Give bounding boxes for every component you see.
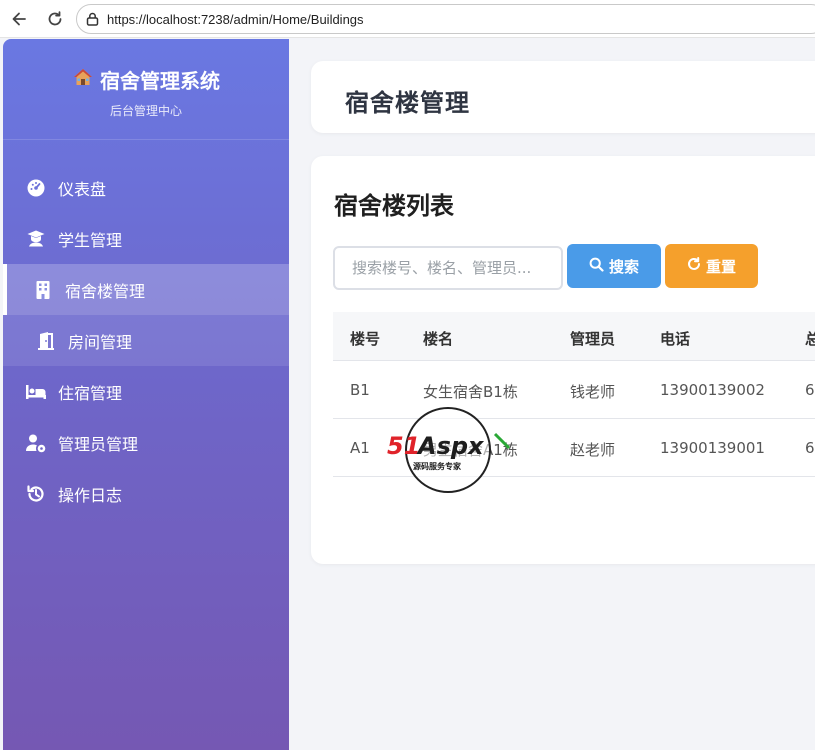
cell-name: 女生宿舍B1栋 — [423, 383, 518, 401]
student-icon — [25, 228, 47, 250]
brand: 宿舍管理系统 后台管理中心 — [3, 39, 289, 140]
building-icon — [32, 279, 54, 301]
back-icon[interactable] — [8, 8, 30, 30]
cell-code: B1 — [350, 381, 370, 399]
cell-total: 6 — [805, 381, 815, 399]
sidebar-item-rooms[interactable]: 房间管理 — [3, 315, 289, 366]
bed-icon — [25, 381, 47, 403]
svg-text:源码服务专家: 源码服务专家 — [413, 461, 462, 471]
cell-manager: 钱老师 — [570, 383, 616, 401]
reload-icon[interactable] — [44, 8, 66, 30]
cell-manager: 赵老师 — [570, 441, 616, 459]
watermark-logo: 51 Aspx 源码服务专家 — [385, 404, 515, 494]
admin-user-icon — [25, 432, 47, 454]
svg-text:Aspx: Aspx — [416, 432, 485, 460]
cell-phone: 13900139002 — [660, 381, 765, 399]
reset-button-label: 重置 — [705, 257, 736, 276]
history-icon — [25, 483, 47, 505]
sidebar-item-admins[interactable]: 管理员管理 — [3, 417, 289, 468]
sidebar-item-label: 宿舍楼管理 — [65, 281, 146, 301]
house-icon — [72, 67, 94, 92]
brand-subtitle: 后台管理中心 — [109, 104, 182, 118]
table-header: 楼号 楼名 管理员 电话 总 — [333, 312, 815, 361]
column-header-name[interactable]: 楼名 — [423, 328, 453, 349]
page-header: 宿舍楼管理 — [311, 61, 815, 133]
sidebar-item-students[interactable]: 学生管理 — [3, 213, 289, 264]
sidebar-item-label: 房间管理 — [68, 332, 133, 352]
reset-icon — [687, 257, 701, 275]
browser-toolbar: https://localhost:7238/admin/Home/Buildi… — [0, 0, 815, 38]
svg-text:51: 51 — [387, 432, 420, 460]
sidebar-item-logs[interactable]: 操作日志 — [3, 468, 289, 519]
url-text: https://localhost:7238/admin/Home/Buildi… — [107, 11, 364, 27]
dashboard-icon — [25, 177, 47, 199]
sidebar-menu: 仪表盘 学生管理 宿舍楼管理 房间管理 住宿管理 管理员管理 操作日志 — [3, 162, 289, 519]
search-button[interactable]: 搜索 — [567, 244, 661, 288]
column-header-manager[interactable]: 管理员 — [570, 328, 615, 349]
brand-title: 宿舍管理系统 — [100, 69, 220, 93]
column-header-code[interactable]: 楼号 — [350, 328, 380, 349]
sidebar-item-label: 仪表盘 — [58, 179, 107, 199]
sidebar-item-dashboard[interactable]: 仪表盘 — [3, 162, 289, 213]
cell-total: 6 — [805, 439, 815, 457]
sidebar-item-label: 住宿管理 — [58, 383, 123, 403]
sidebar-item-label: 管理员管理 — [58, 434, 139, 454]
address-bar[interactable]: https://localhost:7238/admin/Home/Buildi… — [76, 4, 815, 34]
sidebar: 宿舍管理系统 后台管理中心 仪表盘 学生管理 宿舍楼管理 房间管理 住宿管理 管… — [3, 39, 289, 750]
sidebar-item-label: 学生管理 — [58, 230, 123, 250]
list-title: 宿舍楼列表 — [334, 192, 454, 220]
sidebar-item-accommodation[interactable]: 住宿管理 — [3, 366, 289, 417]
cell-code: A1 — [350, 439, 370, 457]
search-icon — [589, 257, 604, 276]
search-input[interactable] — [333, 246, 563, 290]
column-header-phone[interactable]: 电话 — [660, 328, 690, 349]
reset-button[interactable]: 重置 — [665, 244, 758, 288]
search-button-label: 搜索 — [608, 257, 639, 276]
buildings-list-card: 宿舍楼列表 搜索 重置 楼号 楼名 管理员 电话 总 B1 女生宿舍B1栋 钱老… — [311, 156, 815, 564]
door-icon — [35, 330, 57, 352]
column-header-total[interactable]: 总 — [805, 328, 815, 349]
cell-phone: 13900139001 — [660, 439, 765, 457]
sidebar-item-buildings[interactable]: 宿舍楼管理 — [3, 264, 289, 315]
sidebar-item-label: 操作日志 — [58, 485, 123, 505]
page-title: 宿舍楼管理 — [345, 89, 470, 117]
lock-icon[interactable] — [85, 12, 99, 26]
